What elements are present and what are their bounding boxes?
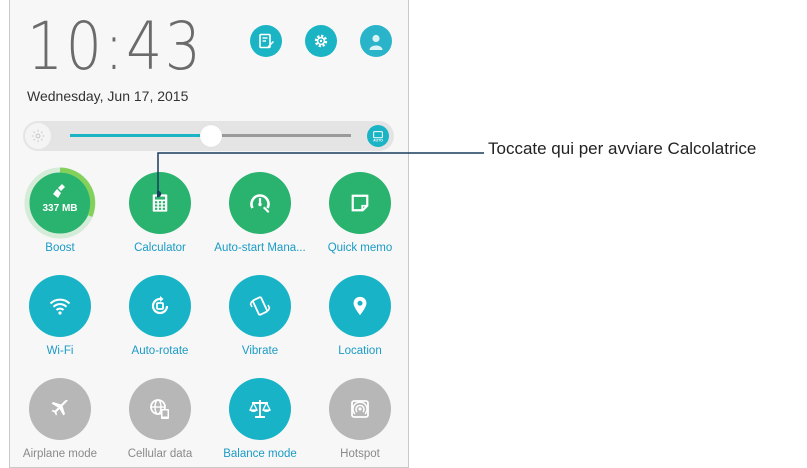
auto-rotate-toggle[interactable] bbox=[129, 275, 191, 337]
brightness-low-icon bbox=[25, 123, 51, 149]
tile-airplane-mode[interactable]: Airplane mode bbox=[10, 378, 110, 460]
brightness-control: AUTO bbox=[23, 121, 394, 151]
tile-boost[interactable]: 337 MB Boost bbox=[10, 167, 110, 254]
tile-label: Auto-start Mana... bbox=[214, 242, 306, 254]
location-toggle[interactable] bbox=[329, 275, 391, 337]
tile-hotspot[interactable]: Hotspot bbox=[310, 378, 408, 460]
tile-label: Boost bbox=[45, 242, 75, 254]
tile-label: Location bbox=[338, 345, 382, 357]
balance-scale-icon bbox=[248, 400, 272, 418]
vibrate-icon bbox=[249, 296, 271, 316]
tile-auto-rotate[interactable]: Auto-rotate bbox=[110, 275, 210, 357]
brightness-slider-thumb[interactable] bbox=[199, 125, 222, 147]
cellular-data-toggle[interactable] bbox=[129, 378, 191, 440]
tile-balance-mode[interactable]: Balance mode bbox=[210, 378, 310, 460]
brightness-slider[interactable] bbox=[70, 125, 351, 147]
vibrate-toggle[interactable] bbox=[229, 275, 291, 337]
tile-label: Auto-rotate bbox=[131, 345, 189, 357]
user-avatar-icon[interactable] bbox=[360, 25, 392, 57]
tile-label: Wi-Fi bbox=[46, 345, 74, 357]
clock-date: Wednesday, Jun 17, 2015 bbox=[27, 88, 189, 104]
tile-vibrate[interactable]: Vibrate bbox=[210, 275, 310, 357]
cellular-data-icon bbox=[150, 399, 169, 419]
airplane-icon bbox=[51, 399, 68, 416]
tile-label: Cellular data bbox=[127, 448, 193, 460]
tile-wifi[interactable]: Wi-Fi bbox=[10, 275, 110, 357]
tile-label: Hotspot bbox=[340, 448, 380, 460]
tile-label: Vibrate bbox=[241, 345, 279, 357]
settings-icon[interactable] bbox=[305, 25, 337, 57]
brightness-slider-fill bbox=[70, 134, 211, 137]
tile-label: Balance mode bbox=[223, 448, 297, 460]
tile-location[interactable]: Location bbox=[310, 275, 408, 357]
boost-button[interactable]: 337 MB bbox=[24, 167, 96, 239]
tile-cellular-data[interactable]: Cellular data bbox=[110, 378, 210, 460]
callout-leader-line bbox=[157, 152, 484, 198]
clock-time[interactable]: 10:43 bbox=[27, 14, 232, 80]
quick-settings-panel: 10:43 Wednesday, Jun 17, 2015 AUTO 337 M… bbox=[9, 0, 409, 468]
callout-text: Toccate qui per avviare Calcolatrice bbox=[488, 139, 757, 158]
balance-mode-toggle[interactable] bbox=[229, 378, 291, 440]
auto-brightness-label: AUTO bbox=[373, 139, 383, 143]
boost-broom-icon bbox=[53, 184, 65, 198]
auto-brightness-icon[interactable]: AUTO bbox=[367, 125, 389, 147]
tile-label: Quick memo bbox=[327, 242, 393, 254]
wifi-toggle[interactable] bbox=[29, 275, 91, 337]
hotspot-icon bbox=[351, 400, 369, 418]
location-pin-icon bbox=[353, 296, 367, 316]
auto-rotate-icon bbox=[151, 296, 169, 315]
edit-icon[interactable] bbox=[250, 25, 282, 57]
airplane-mode-toggle[interactable] bbox=[29, 378, 91, 440]
hotspot-toggle[interactable] bbox=[329, 378, 391, 440]
tile-label: Airplane mode bbox=[22, 448, 98, 460]
tile-label: Calculator bbox=[134, 242, 186, 254]
wifi-icon bbox=[49, 298, 71, 315]
boost-memory-badge: 337 MB bbox=[42, 203, 78, 214]
